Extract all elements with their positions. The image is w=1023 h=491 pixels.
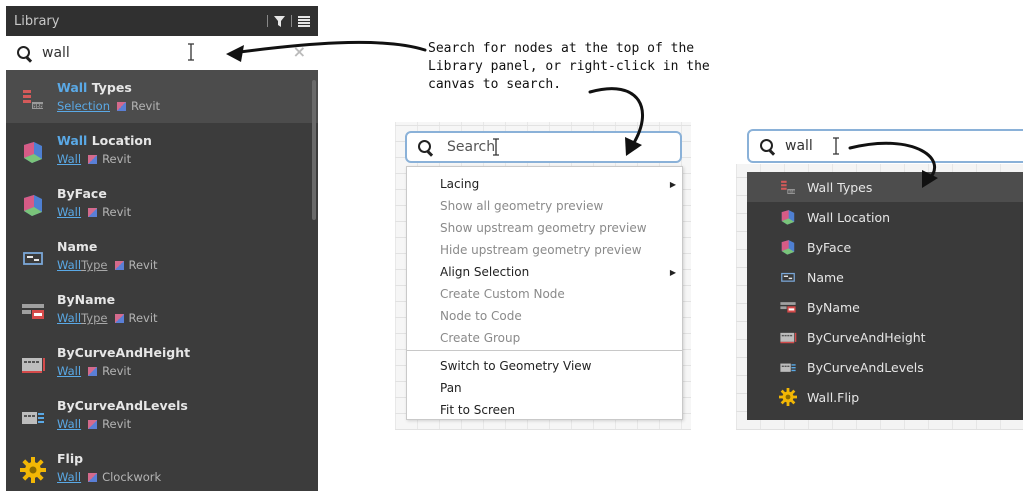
arrow-to-library-search: [230, 40, 427, 55]
arrow-to-search-result: [848, 141, 936, 182]
arrowhead: [226, 45, 244, 62]
arrowhead: [625, 137, 642, 156]
arrowhead: [922, 170, 938, 188]
arrow-to-canvas-search: [588, 87, 644, 148]
annotation-arrows: [226, 40, 938, 188]
